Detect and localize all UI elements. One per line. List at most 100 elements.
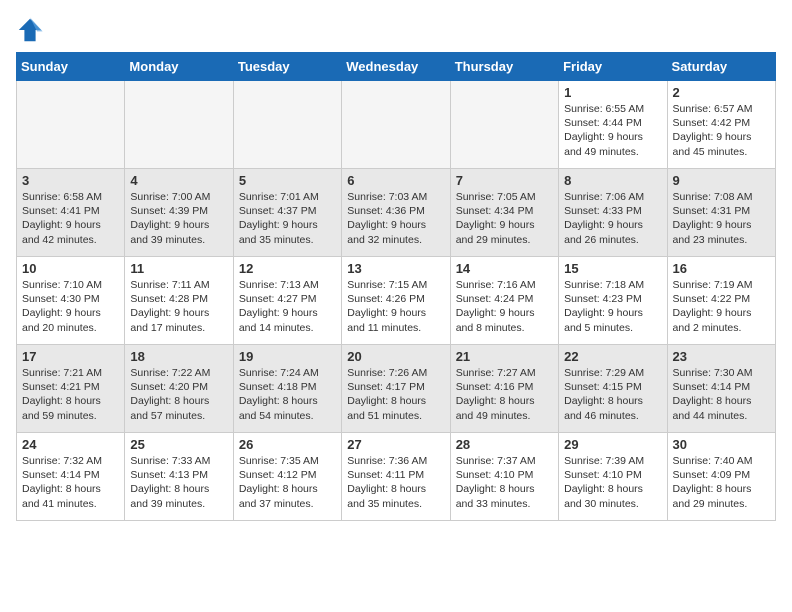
day-info: Sunrise: 7:30 AM Sunset: 4:14 PM Dayligh… <box>673 366 770 423</box>
day-number: 13 <box>347 261 444 276</box>
calendar-cell: 14 Sunrise: 7:16 AM Sunset: 4:24 PM Dayli… <box>450 257 558 345</box>
calendar-cell: 8 Sunrise: 7:06 AM Sunset: 4:33 PM Daylig… <box>559 169 667 257</box>
calendar-cell: 18Sunrise: 7:22 AM Sunset: 4:20 PM Dayli… <box>125 345 233 433</box>
day-number: 28 <box>456 437 553 452</box>
day-info: Sunrise: 7:33 AM Sunset: 4:13 PM Dayligh… <box>130 454 227 511</box>
day-number: 9 <box>673 173 770 188</box>
calendar-header-row: SundayMondayTuesdayWednesdayThursdayFrid… <box>17 53 776 81</box>
day-info: Sunrise: 7:22 AM Sunset: 4:20 PM Dayligh… <box>130 366 227 423</box>
calendar-cell <box>17 81 125 169</box>
day-info: Sunrise: 7:36 AM Sunset: 4:11 PM Dayligh… <box>347 454 444 511</box>
day-info: Sunrise: 7:05 AM Sunset: 4:34 PM Dayligh… <box>456 190 553 247</box>
calendar-cell: 15 Sunrise: 7:18 AM Sunset: 4:23 PM Dayli… <box>559 257 667 345</box>
logo <box>16 16 48 44</box>
header-friday: Friday <box>559 53 667 81</box>
calendar-cell: 17Sunrise: 7:21 AM Sunset: 4:21 PM Dayli… <box>17 345 125 433</box>
day-info: Sunrise: 7:06 AM Sunset: 4:33 PM Dayligh… <box>564 190 661 247</box>
calendar-cell: 19 Sunrise: 7:24 AM Sunset: 4:18 PM Dayli… <box>233 345 341 433</box>
day-number: 10 <box>22 261 119 276</box>
day-info: Sunrise: 7:00 AM Sunset: 4:39 PM Dayligh… <box>130 190 227 247</box>
calendar-cell <box>125 81 233 169</box>
calendar-cell: 13 Sunrise: 7:15 AM Sunset: 4:26 PM Dayli… <box>342 257 450 345</box>
day-info: Sunrise: 7:26 AM Sunset: 4:17 PM Dayligh… <box>347 366 444 423</box>
calendar-cell: 5 Sunrise: 7:01 AM Sunset: 4:37 PM Daylig… <box>233 169 341 257</box>
calendar-cell: 21 Sunrise: 7:27 AM Sunset: 4:16 PM Dayli… <box>450 345 558 433</box>
calendar-week-row: 17Sunrise: 7:21 AM Sunset: 4:21 PM Dayli… <box>17 345 776 433</box>
day-info: Sunrise: 7:39 AM Sunset: 4:10 PM Dayligh… <box>564 454 661 511</box>
day-info: Sunrise: 6:55 AM Sunset: 4:44 PM Dayligh… <box>564 102 661 159</box>
header-sunday: Sunday <box>17 53 125 81</box>
day-number: 27 <box>347 437 444 452</box>
header-wednesday: Wednesday <box>342 53 450 81</box>
calendar-week-row: 10Sunrise: 7:10 AM Sunset: 4:30 PM Dayli… <box>17 257 776 345</box>
calendar-cell: 28 Sunrise: 7:37 AM Sunset: 4:10 PM Dayli… <box>450 433 558 521</box>
day-info: Sunrise: 7:27 AM Sunset: 4:16 PM Dayligh… <box>456 366 553 423</box>
calendar-cell: 27 Sunrise: 7:36 AM Sunset: 4:11 PM Dayli… <box>342 433 450 521</box>
page-header <box>16 16 776 44</box>
calendar-cell: 24Sunrise: 7:32 AM Sunset: 4:14 PM Dayli… <box>17 433 125 521</box>
day-number: 6 <box>347 173 444 188</box>
day-number: 5 <box>239 173 336 188</box>
day-info: Sunrise: 7:37 AM Sunset: 4:10 PM Dayligh… <box>456 454 553 511</box>
day-info: Sunrise: 7:35 AM Sunset: 4:12 PM Dayligh… <box>239 454 336 511</box>
header-monday: Monday <box>125 53 233 81</box>
header-thursday: Thursday <box>450 53 558 81</box>
day-number: 22 <box>564 349 661 364</box>
calendar-cell: 26 Sunrise: 7:35 AM Sunset: 4:12 PM Dayli… <box>233 433 341 521</box>
day-number: 21 <box>456 349 553 364</box>
day-info: Sunrise: 6:58 AM Sunset: 4:41 PM Dayligh… <box>22 190 119 247</box>
calendar-cell: 7 Sunrise: 7:05 AM Sunset: 4:34 PM Daylig… <box>450 169 558 257</box>
calendar-cell: 25 Sunrise: 7:33 AM Sunset: 4:13 PM Dayli… <box>125 433 233 521</box>
day-number: 16 <box>673 261 770 276</box>
day-info: Sunrise: 7:03 AM Sunset: 4:36 PM Dayligh… <box>347 190 444 247</box>
day-number: 3 <box>22 173 119 188</box>
day-info: Sunrise: 7:18 AM Sunset: 4:23 PM Dayligh… <box>564 278 661 335</box>
day-info: Sunrise: 7:01 AM Sunset: 4:37 PM Dayligh… <box>239 190 336 247</box>
day-number: 30 <box>673 437 770 452</box>
calendar-cell: 12 Sunrise: 7:13 AM Sunset: 4:27 PM Dayli… <box>233 257 341 345</box>
calendar-week-row: 24Sunrise: 7:32 AM Sunset: 4:14 PM Dayli… <box>17 433 776 521</box>
calendar-cell <box>342 81 450 169</box>
day-number: 15 <box>564 261 661 276</box>
calendar-week-row: 1Sunrise: 6:55 AM Sunset: 4:44 PM Daylig… <box>17 81 776 169</box>
day-info: Sunrise: 7:24 AM Sunset: 4:18 PM Dayligh… <box>239 366 336 423</box>
day-info: Sunrise: 6:57 AM Sunset: 4:42 PM Dayligh… <box>673 102 770 159</box>
calendar-cell: 11 Sunrise: 7:11 AM Sunset: 4:28 PM Dayli… <box>125 257 233 345</box>
day-number: 7 <box>456 173 553 188</box>
calendar-cell: 29 Sunrise: 7:39 AM Sunset: 4:10 PM Dayli… <box>559 433 667 521</box>
calendar-week-row: 3 Sunrise: 6:58 AM Sunset: 4:41 PM Daylig… <box>17 169 776 257</box>
day-number: 12 <box>239 261 336 276</box>
calendar-cell: 9Sunrise: 7:08 AM Sunset: 4:31 PM Daylig… <box>667 169 775 257</box>
day-info: Sunrise: 7:13 AM Sunset: 4:27 PM Dayligh… <box>239 278 336 335</box>
day-number: 23 <box>673 349 770 364</box>
calendar-cell: 6 Sunrise: 7:03 AM Sunset: 4:36 PM Daylig… <box>342 169 450 257</box>
calendar-cell: 10Sunrise: 7:10 AM Sunset: 4:30 PM Dayli… <box>17 257 125 345</box>
calendar-table: SundayMondayTuesdayWednesdayThursdayFrid… <box>16 52 776 521</box>
header-tuesday: Tuesday <box>233 53 341 81</box>
day-info: Sunrise: 7:16 AM Sunset: 4:24 PM Dayligh… <box>456 278 553 335</box>
calendar-cell: 20 Sunrise: 7:26 AM Sunset: 4:17 PM Dayli… <box>342 345 450 433</box>
calendar-cell: 23 Sunrise: 7:30 AM Sunset: 4:14 PM Dayli… <box>667 345 775 433</box>
day-number: 8 <box>564 173 661 188</box>
day-number: 26 <box>239 437 336 452</box>
day-number: 11 <box>130 261 227 276</box>
calendar-cell: 22 Sunrise: 7:29 AM Sunset: 4:15 PM Dayli… <box>559 345 667 433</box>
day-info: Sunrise: 7:11 AM Sunset: 4:28 PM Dayligh… <box>130 278 227 335</box>
day-number: 20 <box>347 349 444 364</box>
day-number: 25 <box>130 437 227 452</box>
day-info: Sunrise: 7:21 AM Sunset: 4:21 PM Dayligh… <box>22 366 119 423</box>
day-info: Sunrise: 7:32 AM Sunset: 4:14 PM Dayligh… <box>22 454 119 511</box>
day-number: 14 <box>456 261 553 276</box>
day-number: 19 <box>239 349 336 364</box>
calendar-cell: 3 Sunrise: 6:58 AM Sunset: 4:41 PM Daylig… <box>17 169 125 257</box>
logo-icon <box>16 16 44 44</box>
day-info: Sunrise: 7:29 AM Sunset: 4:15 PM Dayligh… <box>564 366 661 423</box>
day-info: Sunrise: 7:19 AM Sunset: 4:22 PM Dayligh… <box>673 278 770 335</box>
calendar-cell: 30Sunrise: 7:40 AM Sunset: 4:09 PM Dayli… <box>667 433 775 521</box>
header-saturday: Saturday <box>667 53 775 81</box>
calendar-cell <box>450 81 558 169</box>
calendar-cell: 16 Sunrise: 7:19 AM Sunset: 4:22 PM Dayli… <box>667 257 775 345</box>
calendar-cell: 2Sunrise: 6:57 AM Sunset: 4:42 PM Daylig… <box>667 81 775 169</box>
day-number: 29 <box>564 437 661 452</box>
day-info: Sunrise: 7:15 AM Sunset: 4:26 PM Dayligh… <box>347 278 444 335</box>
